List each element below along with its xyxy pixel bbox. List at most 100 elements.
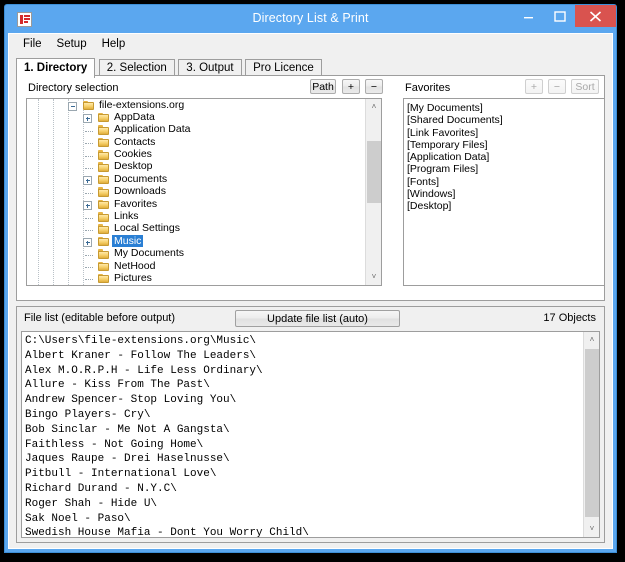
tree-scroll-down-arrow[interactable]: ˅ bbox=[366, 269, 381, 285]
tree-scroll-up-arrow[interactable]: ˄ bbox=[366, 99, 381, 115]
tree-item[interactable]: Downloads bbox=[27, 185, 364, 198]
object-count-status: 17 Objects bbox=[543, 312, 596, 324]
tree-item-label: file-extensions.org bbox=[99, 99, 185, 111]
tree-vertical-scrollbar[interactable]: ˄ ˅ bbox=[365, 99, 381, 285]
folder-icon bbox=[83, 100, 95, 111]
favorites-list-item[interactable]: [Temporary Files] bbox=[407, 139, 604, 151]
add-directory-button[interactable]: + bbox=[342, 79, 360, 94]
tree-item-label: Application Data bbox=[114, 123, 191, 136]
file-list-scroll-up-arrow[interactable]: ˄ bbox=[584, 332, 599, 348]
file-list-label: File list (editable before output) bbox=[24, 312, 176, 324]
menu-help[interactable]: Help bbox=[95, 36, 134, 52]
expand-icon[interactable] bbox=[83, 114, 92, 124]
tree-item-label: Links bbox=[114, 210, 139, 223]
tab-directory[interactable]: 1. Directory bbox=[16, 58, 96, 78]
menu-setup[interactable]: Setup bbox=[50, 36, 95, 52]
favorites-list-item[interactable]: [Shared Documents] bbox=[407, 114, 604, 126]
tree-connector-line bbox=[85, 192, 93, 195]
folder-icon bbox=[98, 249, 110, 259]
tree-item-label: PrintHood bbox=[112, 284, 163, 285]
favorites-label: Favorites bbox=[405, 82, 451, 94]
favorites-list-item[interactable]: [Program Files] bbox=[407, 163, 604, 175]
file-list-scroll-down-arrow[interactable]: ˅ bbox=[584, 521, 599, 537]
tree-item[interactable]: Desktop bbox=[27, 160, 364, 173]
folder-icon bbox=[98, 162, 110, 172]
remove-directory-button[interactable]: − bbox=[365, 79, 383, 94]
folder-icon bbox=[98, 261, 110, 272]
folder-icon bbox=[98, 187, 110, 197]
tree-item[interactable]: Local Settings bbox=[27, 222, 364, 235]
close-button[interactable] bbox=[575, 5, 616, 27]
folder-icon bbox=[98, 125, 110, 135]
tree-item[interactable]: Cookies bbox=[27, 148, 364, 161]
minimize-button[interactable] bbox=[513, 5, 544, 27]
directory-tree-rows: file-extensions.org AppData Application Da… bbox=[27, 99, 364, 285]
expand-icon[interactable] bbox=[83, 238, 92, 248]
tree-item-label: My Documents bbox=[114, 247, 185, 260]
tree-item-label: AppData bbox=[114, 110, 155, 123]
update-file-list-button[interactable]: Update file list (auto) bbox=[235, 310, 400, 327]
favorites-list-item[interactable]: [My Documents] bbox=[407, 102, 604, 114]
expand-icon[interactable] bbox=[83, 201, 92, 211]
remove-favorite-button[interactable]: − bbox=[548, 79, 566, 94]
favorites-list-item[interactable]: [Fonts] bbox=[407, 176, 604, 188]
menu-file[interactable]: File bbox=[16, 36, 50, 52]
tree-item-label: Local Settings bbox=[114, 222, 180, 235]
tree-item[interactable]: My Documents bbox=[27, 247, 364, 260]
application-window: Directory List & Print File Setup Help 1… bbox=[4, 4, 617, 553]
folder-icon bbox=[98, 174, 110, 185]
tree-item[interactable]: Music bbox=[27, 234, 364, 248]
tree-scroll-thumb[interactable] bbox=[367, 141, 381, 203]
tree-item-label: Documents bbox=[114, 172, 168, 185]
tree-connector-line bbox=[85, 130, 93, 133]
tree-item[interactable]: file-extensions.org bbox=[27, 99, 364, 111]
tree-item-label: NetHood bbox=[114, 259, 156, 272]
collapse-icon[interactable] bbox=[68, 102, 77, 111]
title-bar[interactable]: Directory List & Print bbox=[5, 5, 616, 33]
tree-connector-line bbox=[85, 167, 93, 170]
tree-item-label: Pictures bbox=[114, 271, 152, 284]
expand-icon[interactable] bbox=[83, 176, 92, 186]
menu-bar: File Setup Help bbox=[9, 34, 612, 54]
directory-selection-label: Directory selection bbox=[28, 82, 119, 94]
favorites-list-item[interactable]: [Link Favorites] bbox=[407, 127, 604, 139]
file-list-textarea[interactable]: C:\Users\file-extensions.org\Music\ Albe… bbox=[21, 331, 600, 538]
file-list-vertical-scrollbar[interactable]: ˄ ˅ bbox=[583, 332, 599, 537]
maximize-button[interactable] bbox=[544, 5, 575, 27]
tree-item[interactable]: NetHood bbox=[27, 260, 364, 272]
tree-item-label: Desktop bbox=[114, 160, 153, 173]
favorites-list-item[interactable]: [Desktop] bbox=[407, 200, 604, 212]
tree-connector-line bbox=[85, 279, 93, 281]
tree-item[interactable]: Pictures bbox=[27, 272, 364, 284]
file-list-content[interactable]: C:\Users\file-extensions.org\Music\ Albe… bbox=[25, 334, 581, 537]
favorites-list-item[interactable]: [Application Data] bbox=[407, 151, 604, 163]
folder-icon bbox=[98, 199, 110, 210]
tree-item-label: Cookies bbox=[114, 148, 152, 161]
file-list-panel: File list (editable before output) Updat… bbox=[16, 306, 605, 543]
tree-item[interactable]: Documents bbox=[27, 172, 364, 186]
folder-icon bbox=[98, 150, 110, 160]
tree-item[interactable]: Application Data bbox=[27, 123, 364, 136]
client-area: File Setup Help 1. Directory 2. Selectio… bbox=[8, 33, 613, 549]
folder-icon bbox=[98, 137, 110, 148]
sort-favorites-button[interactable]: Sort bbox=[571, 79, 599, 94]
folder-icon bbox=[98, 212, 110, 222]
tree-connector-line bbox=[85, 254, 93, 257]
folder-icon bbox=[98, 236, 110, 247]
tree-item[interactable]: Links bbox=[27, 210, 364, 223]
tree-item-label: Downloads bbox=[114, 185, 166, 198]
tree-item[interactable]: AppData bbox=[27, 110, 364, 124]
add-favorite-button[interactable]: + bbox=[525, 79, 543, 94]
tree-item[interactable]: Favorites bbox=[27, 198, 364, 211]
tab-strip: 1. Directory 2. Selection 3. Output Pro … bbox=[16, 58, 605, 78]
path-button[interactable]: Path bbox=[310, 79, 336, 94]
tree-connector-line bbox=[85, 155, 93, 158]
tree-item-label: Contacts bbox=[114, 135, 156, 148]
tree-item[interactable]: Contacts bbox=[27, 136, 364, 148]
favorites-list-item[interactable]: [Windows] bbox=[407, 188, 604, 200]
directory-tree[interactable]: file-extensions.org AppData Application Da… bbox=[26, 98, 382, 286]
tree-connector-line bbox=[85, 267, 93, 269]
file-list-scroll-thumb[interactable] bbox=[585, 349, 599, 517]
favorites-list[interactable]: [My Documents] [Shared Documents] [Link Fa… bbox=[403, 98, 605, 286]
tab-page-directory: Directory selection Path + − Favorites +… bbox=[16, 75, 605, 301]
